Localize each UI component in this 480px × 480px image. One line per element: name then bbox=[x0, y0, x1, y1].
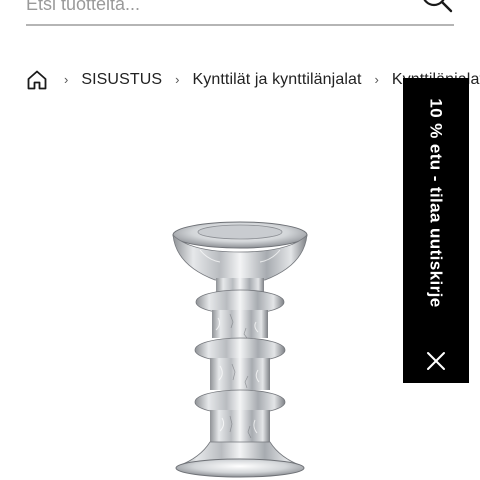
search-input[interactable] bbox=[26, 0, 406, 22]
newsletter-label-wrap[interactable]: 10 % etu - tilaa uutiskirje bbox=[403, 78, 469, 328]
chevron-right-icon: › bbox=[64, 71, 69, 87]
search-icon[interactable] bbox=[420, 0, 454, 14]
breadcrumb-item-sisustus[interactable]: SISUSTUS bbox=[81, 71, 162, 89]
product-page: › SISUSTUS › Kynttilät ja kynttilänjalat… bbox=[0, 0, 480, 480]
close-icon[interactable] bbox=[421, 346, 451, 376]
chevron-right-icon: › bbox=[175, 71, 180, 87]
newsletter-label[interactable]: 10 % etu - tilaa uutiskirje bbox=[426, 98, 446, 307]
chevron-right-icon: › bbox=[374, 71, 379, 87]
product-image[interactable] bbox=[160, 210, 320, 480]
search-bar bbox=[26, 0, 454, 26]
breadcrumb-item-kynttilat[interactable]: Kynttilät ja kynttilänjalat bbox=[193, 71, 362, 89]
home-icon[interactable] bbox=[26, 69, 48, 91]
newsletter-tab[interactable]: 10 % etu - tilaa uutiskirje bbox=[403, 78, 469, 383]
